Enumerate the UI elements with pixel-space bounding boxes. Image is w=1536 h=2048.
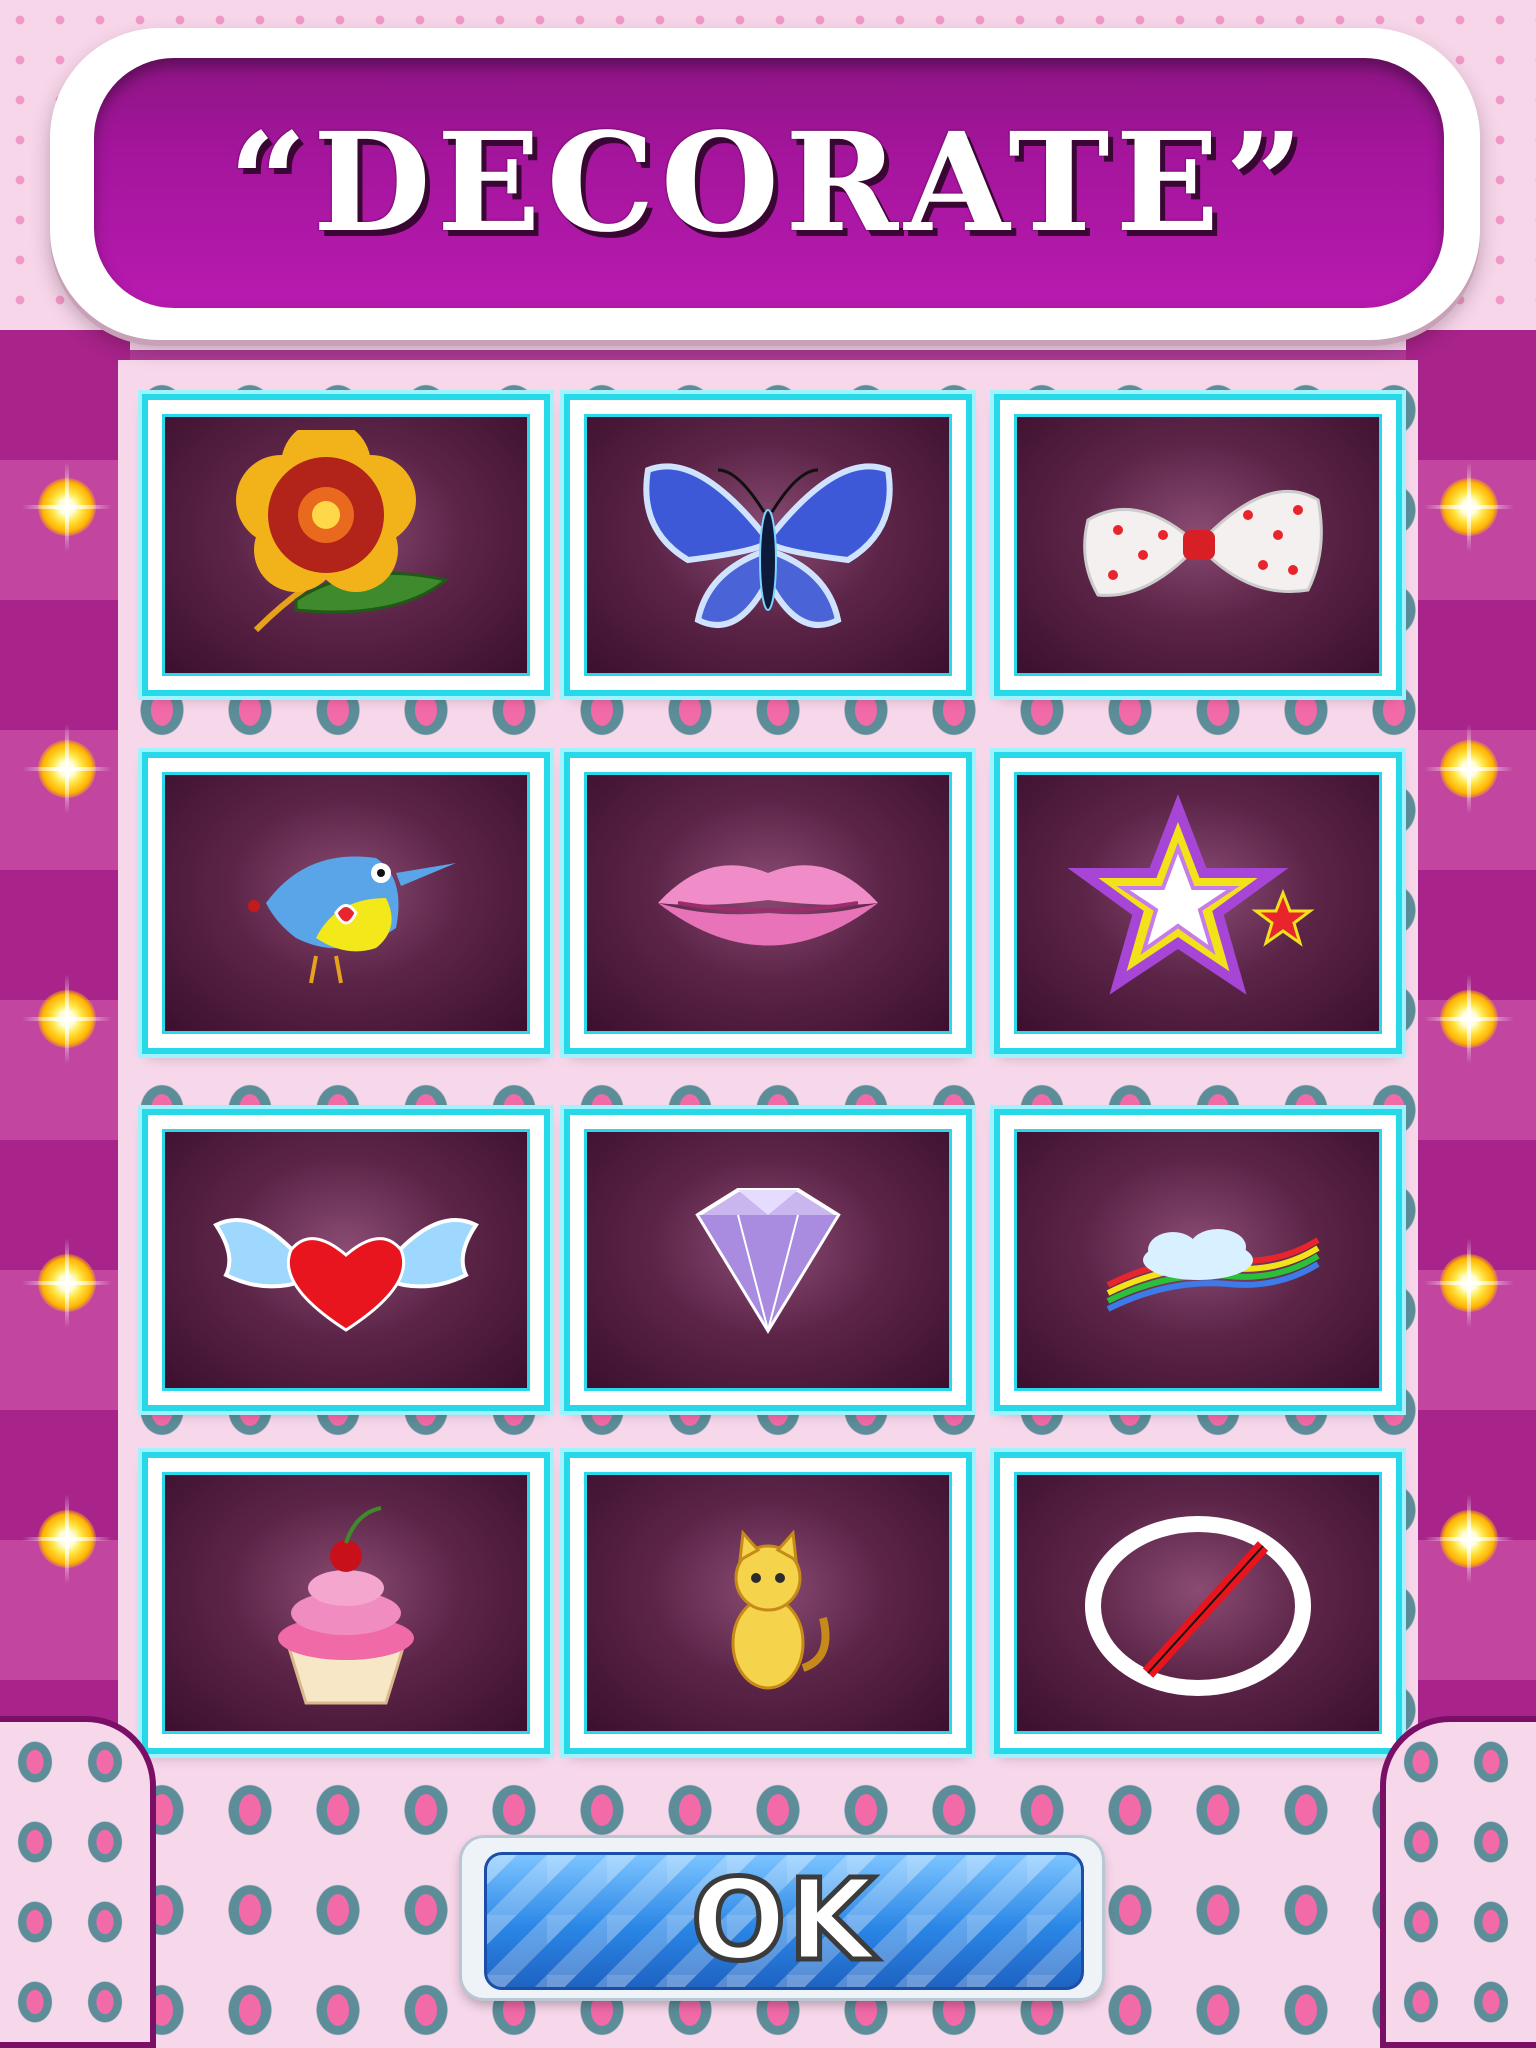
lips-icon xyxy=(658,865,878,946)
right-corner-pillar xyxy=(1380,1716,1536,2048)
winged-heart-icon xyxy=(213,1218,479,1332)
decoration-tile-lips[interactable] xyxy=(570,758,966,1048)
decoration-tile-winged-heart[interactable] xyxy=(148,1115,544,1405)
decoration-tile-butterfly[interactable] xyxy=(570,400,966,690)
light-bulb xyxy=(1424,462,1514,552)
right-wall xyxy=(1406,330,1536,1750)
butterfly-icon xyxy=(643,463,893,628)
decoration-tile-kitten[interactable] xyxy=(570,1458,966,1748)
diamond-icon xyxy=(695,1188,841,1334)
flower-icon xyxy=(236,430,450,633)
light-bulb xyxy=(22,1494,112,1584)
page-title: “DECORATE” xyxy=(228,103,1310,263)
decoration-tile-diamond[interactable] xyxy=(570,1115,966,1405)
left-wall xyxy=(0,330,130,1750)
light-bulb xyxy=(22,462,112,552)
decoration-tile-none[interactable] xyxy=(1000,1458,1396,1748)
decoration-tile-flower[interactable] xyxy=(148,400,544,690)
ok-button[interactable]: OK xyxy=(484,1852,1084,1990)
polka-dot-bow-icon xyxy=(1083,489,1323,597)
light-bulb xyxy=(1424,974,1514,1064)
decoration-tile-bow[interactable] xyxy=(1000,400,1396,690)
light-bulb xyxy=(22,974,112,1064)
decoration-tile-cupcake[interactable] xyxy=(148,1458,544,1748)
stars-icon xyxy=(1067,794,1315,995)
bird-icon xyxy=(248,856,456,984)
decoration-tile-bird[interactable] xyxy=(148,758,544,1048)
light-bulb xyxy=(1424,724,1514,814)
decoration-tile-stars[interactable] xyxy=(1000,758,1396,1048)
light-bulb xyxy=(1424,1494,1514,1584)
kitten-icon xyxy=(731,1529,830,1690)
light-bulb xyxy=(1424,1238,1514,1328)
rainbow-cloud-icon xyxy=(1106,1229,1320,1312)
light-bulb xyxy=(22,1238,112,1328)
decoration-tile-rainbow-cloud[interactable] xyxy=(1000,1115,1396,1405)
left-corner-pillar xyxy=(0,1716,156,2048)
none-icon xyxy=(1085,1516,1311,1696)
cupcake-icon xyxy=(278,1506,414,1705)
ok-button-label: OK xyxy=(689,1856,878,1986)
light-bulb xyxy=(22,724,112,814)
